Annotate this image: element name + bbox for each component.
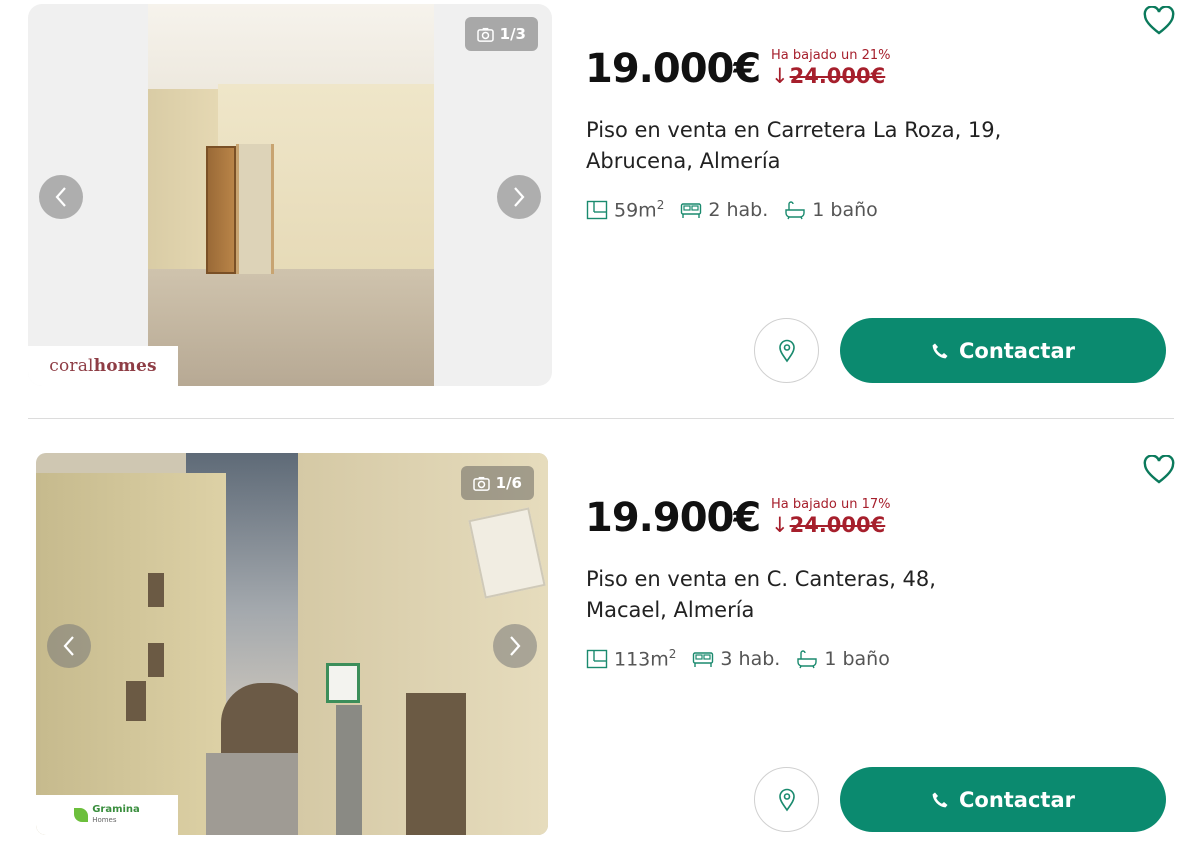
bathtub-icon bbox=[797, 649, 818, 668]
photo-counter-text: 1/6 bbox=[495, 474, 522, 492]
photo-counter: 1/6 bbox=[460, 466, 534, 500]
room-image bbox=[148, 4, 434, 386]
contact-button-label: Contactar bbox=[958, 787, 1075, 812]
previous-photo-button[interactable] bbox=[47, 624, 91, 668]
phone-icon bbox=[932, 343, 948, 358]
agency-logo-text: coralhomes bbox=[49, 356, 157, 376]
street-image bbox=[36, 453, 548, 835]
price-drop-label: Ha bajado un 21% bbox=[771, 48, 891, 63]
price-drop: Ha bajado un 21% ↓24.000€ bbox=[771, 48, 891, 88]
favorite-heart-icon[interactable] bbox=[1142, 455, 1176, 485]
location-pin-icon bbox=[778, 339, 795, 362]
bed-icon bbox=[681, 202, 702, 218]
listing-features: 113m2 3 hab. 1 baño bbox=[586, 647, 890, 670]
baths-feature: 1 baño bbox=[796, 648, 890, 670]
chevron-right-icon bbox=[510, 636, 521, 656]
price-drop-label: Ha bajado un 17% bbox=[771, 497, 891, 512]
next-photo-button[interactable] bbox=[497, 175, 541, 219]
camera-icon bbox=[472, 476, 490, 491]
old-price: ↓24.000€ bbox=[771, 64, 886, 88]
photo-counter: 1/3 bbox=[464, 17, 538, 51]
listing-photo[interactable] bbox=[28, 4, 552, 386]
location-pin-icon bbox=[778, 788, 795, 811]
contact-button[interactable]: Contactar bbox=[840, 318, 1166, 383]
previous-photo-button[interactable] bbox=[39, 175, 83, 219]
listing-title[interactable]: Piso en venta en Carretera La Roza, 19, … bbox=[586, 115, 1026, 177]
agency-logo[interactable]: coralhomes bbox=[28, 346, 178, 386]
rooms-feature: 3 hab. bbox=[692, 648, 780, 670]
floor-plan-icon bbox=[586, 649, 608, 668]
price: 19.000€ bbox=[585, 46, 761, 92]
area-feature: 113m2 bbox=[586, 647, 676, 670]
photo-counter-text: 1/3 bbox=[499, 25, 526, 43]
rooms-feature: 2 hab. bbox=[680, 199, 768, 221]
baths-feature: 1 baño bbox=[784, 199, 878, 221]
next-photo-button[interactable] bbox=[493, 624, 537, 668]
contact-button[interactable]: Contactar bbox=[840, 767, 1166, 832]
listing-divider bbox=[28, 418, 1174, 419]
arrow-down-icon: ↓ bbox=[771, 513, 789, 537]
favorite-heart-icon[interactable] bbox=[1142, 6, 1176, 36]
listing-card: 1/6 Gramina Homes 19.900€ Ha bajado un 17… bbox=[0, 449, 1200, 849]
phone-icon bbox=[932, 792, 948, 807]
map-button[interactable] bbox=[754, 318, 819, 383]
map-button[interactable] bbox=[754, 767, 819, 832]
arrow-down-icon: ↓ bbox=[771, 64, 789, 88]
bathtub-icon bbox=[785, 200, 805, 219]
agency-logo[interactable]: Gramina Homes bbox=[36, 795, 178, 835]
photo-gallery[interactable]: 1/3 coralhomes bbox=[28, 4, 552, 386]
old-price: ↓24.000€ bbox=[771, 513, 886, 537]
listing-features: 59m2 2 hab. 1 baño bbox=[586, 198, 878, 221]
price: 19.900€ bbox=[585, 495, 761, 541]
agency-logo-text: Gramina Homes bbox=[74, 805, 140, 825]
contact-button-label: Contactar bbox=[958, 338, 1075, 363]
camera-icon bbox=[476, 27, 494, 42]
listing-card: 1/3 coralhomes 19.000€ Ha bajado un 21% … bbox=[0, 0, 1200, 400]
listing-title[interactable]: Piso en venta en C. Canteras, 48, Macael… bbox=[586, 564, 986, 626]
bed-icon bbox=[693, 651, 714, 667]
floor-plan-icon bbox=[586, 200, 608, 219]
chevron-right-icon bbox=[514, 187, 525, 207]
chevron-left-icon bbox=[63, 636, 74, 656]
photo-gallery[interactable]: 1/6 Gramina Homes bbox=[36, 453, 548, 835]
chevron-left-icon bbox=[55, 187, 66, 207]
listing-photo[interactable] bbox=[36, 453, 548, 835]
area-feature: 59m2 bbox=[586, 198, 664, 221]
price-drop: Ha bajado un 17% ↓24.000€ bbox=[771, 497, 891, 537]
leaf-icon bbox=[74, 808, 89, 822]
